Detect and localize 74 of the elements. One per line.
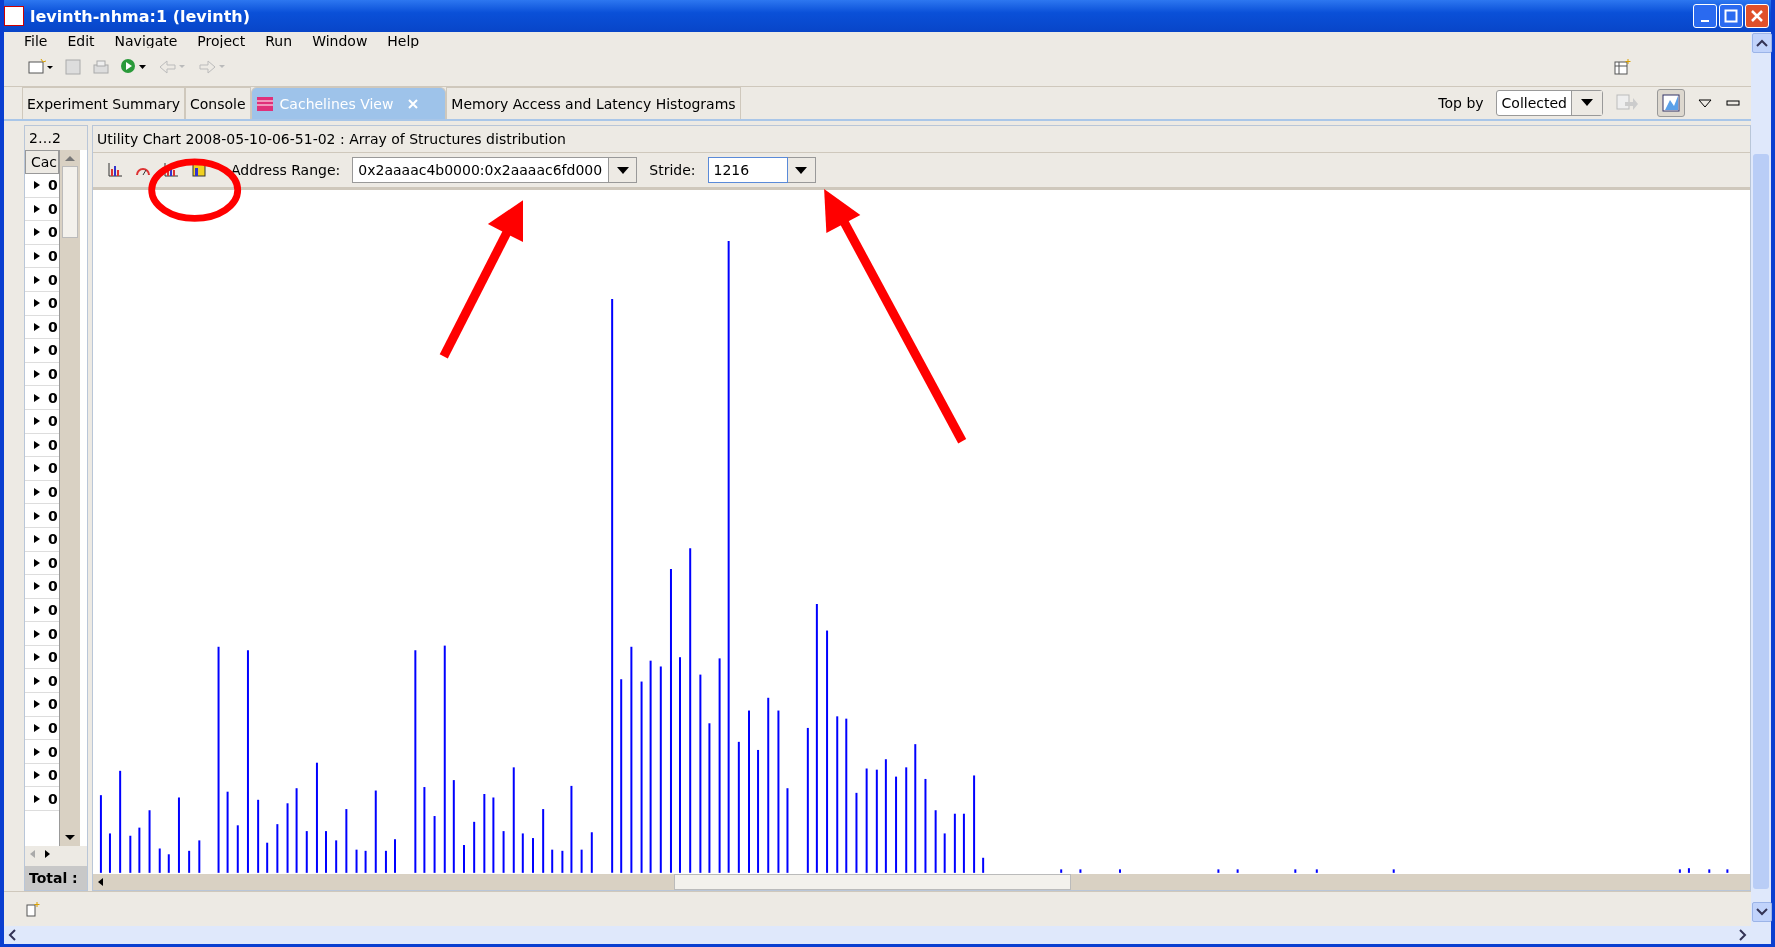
caret-icon (795, 166, 808, 174)
chart-title: Utility Chart 2008-05-10-06-51-02 : Array of Structures distribution (93, 126, 1750, 153)
menu-item[interactable]: Project (197, 34, 246, 48)
tab[interactable]: Experiment Summary (22, 87, 185, 119)
tree-row[interactable]: 0 (48, 460, 58, 477)
bar-chart-icon[interactable] (163, 162, 179, 178)
tree-row[interactable]: 0 (48, 625, 58, 642)
dropdown-button[interactable] (787, 157, 816, 183)
tree-row[interactable]: 0 (48, 602, 58, 618)
tree-row[interactable]: 0 (48, 554, 58, 571)
menu-item[interactable]: Edit (67, 34, 95, 48)
menu-item[interactable]: Help (387, 34, 420, 48)
open-perspective-icon[interactable] (1613, 58, 1631, 76)
scroll-thumb[interactable] (674, 874, 1071, 890)
menu-item[interactable]: Run (265, 34, 293, 48)
tree-row[interactable]: 0 (48, 649, 58, 666)
tree-row[interactable]: 0 (48, 200, 58, 217)
tree-row[interactable]: 0 (48, 719, 58, 736)
tree-row[interactable]: 0 (48, 224, 58, 241)
tree-row[interactable]: 0 (48, 484, 58, 500)
column-header[interactable]: Cac (25, 150, 59, 174)
tree-row[interactable]: 0 (48, 790, 58, 807)
caret-icon (616, 166, 629, 174)
tree-row[interactable]: 0 (48, 578, 58, 595)
tree-row[interactable]: 0 (48, 767, 58, 784)
address-range-label: Address Range: (231, 162, 341, 178)
fast-view-icon[interactable] (24, 900, 42, 918)
minimize-button[interactable] (1693, 4, 1717, 28)
minimize-view-icon[interactable] (1725, 97, 1741, 109)
tree-row[interactable]: 0 (48, 436, 58, 453)
tree-row[interactable]: 0 (48, 672, 58, 689)
tree-row[interactable]: 0 (48, 507, 58, 524)
menu-item[interactable]: Navigate (114, 34, 178, 48)
tree-row[interactable]: 0 (48, 295, 58, 312)
tree-row[interactable]: 0 (48, 366, 58, 383)
dropdown-button[interactable] (609, 157, 638, 183)
top-by-label: Top by (1438, 95, 1484, 111)
close-button[interactable] (1745, 4, 1769, 28)
address-range-field[interactable]: 0x2aaaac4b0000:0x2aaaac6fd000 (352, 157, 610, 183)
tree-row[interactable]: 0 (48, 743, 58, 760)
stride-field[interactable]: 1216 (707, 157, 788, 183)
top-by-dropdown[interactable]: Collected (1495, 90, 1603, 116)
maximize-icon (1724, 9, 1738, 23)
tree-row[interactable]: 0 (48, 413, 58, 430)
tree-row[interactable]: 0 (48, 271, 58, 288)
tree-row[interactable]: 0 (48, 318, 58, 335)
chart-toggle-button[interactable] (1657, 89, 1685, 117)
new-file-icon[interactable] (28, 58, 54, 76)
caret-icon (1581, 99, 1593, 107)
tree-row[interactable]: 0 (48, 342, 58, 359)
menu-item[interactable]: File (24, 34, 48, 48)
tab[interactable]: Console (185, 87, 251, 119)
table-icon (255, 95, 274, 112)
view-menu-icon[interactable] (1697, 97, 1713, 109)
tree-row[interactable]: 0 (48, 177, 58, 194)
tree-row[interactable]: 0 (48, 531, 58, 548)
minimize-icon (1701, 20, 1709, 22)
window-title: levinth-nhma:1 (levinth) (30, 6, 251, 26)
scroll-thumb[interactable] (62, 166, 78, 238)
bar-chart-icon[interactable] (107, 162, 123, 178)
menu-item[interactable]: Window (312, 34, 368, 48)
tab[interactable]: Memory Access and Latency Histograms (446, 87, 741, 119)
tree-row[interactable]: 0 (48, 696, 58, 713)
tree-row[interactable]: 0 (48, 248, 58, 265)
scroll-thumb[interactable] (1753, 154, 1769, 889)
scroll-down-icon[interactable] (1756, 907, 1768, 917)
stride-label: Stride: (649, 162, 696, 178)
tree-row[interactable]: 0 (48, 389, 58, 406)
app-logo-icon (4, 6, 24, 26)
maximize-button[interactable] (1719, 4, 1743, 28)
scroll-up-icon[interactable] (1756, 38, 1768, 48)
panel-tab[interactable]: 2…2 (25, 126, 87, 150)
total-label: Total : (25, 866, 87, 890)
close-icon (1750, 9, 1764, 23)
